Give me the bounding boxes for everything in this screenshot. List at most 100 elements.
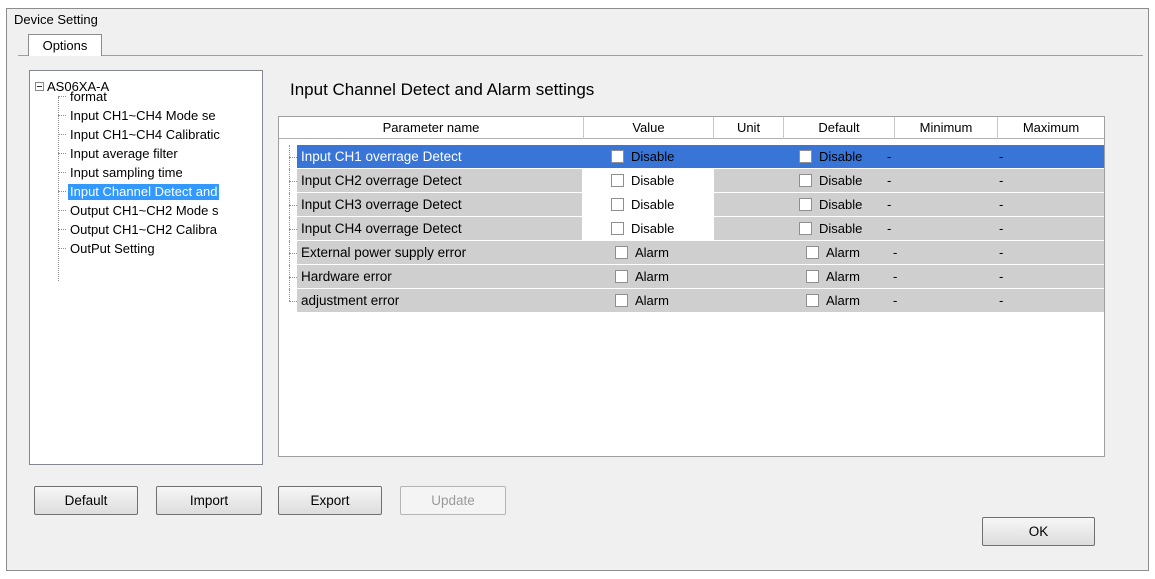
default-cell: Alarm: [806, 265, 860, 289]
tab-bar-divider: [18, 55, 1143, 56]
value-text: Alarm: [635, 245, 669, 260]
value-cell[interactable]: Disable: [611, 169, 674, 193]
value-checkbox[interactable]: [611, 222, 624, 235]
parameter-name: External power supply error: [297, 241, 582, 265]
column-header-default[interactable]: Default: [784, 117, 895, 139]
tree-item-output-calibration[interactable]: Output CH1~CH2 Calibra: [58, 221, 219, 238]
ok-button[interactable]: OK: [982, 517, 1095, 546]
minimum-cell: -: [887, 149, 892, 164]
row-connector: [283, 241, 297, 265]
default-text: Disable: [819, 149, 863, 164]
default-text: Disable: [819, 173, 863, 188]
value-checkbox[interactable]: [611, 174, 624, 187]
value-cell[interactable]: Disable: [611, 145, 674, 169]
default-cell: Alarm: [806, 289, 860, 313]
value-checkbox: [615, 246, 628, 259]
default-text: Disable: [819, 221, 863, 236]
value-checkbox[interactable]: [611, 150, 624, 163]
settings-tree[interactable]: AS06XA-A format Input CH1~CH4 Mode se In…: [29, 70, 263, 465]
minimum-cell: -: [887, 197, 892, 212]
default-checkbox: [806, 270, 819, 283]
maximum-cell: -: [999, 293, 1004, 308]
row-connector: [283, 217, 297, 241]
value-checkbox: [615, 270, 628, 283]
default-checkbox: [799, 198, 812, 211]
parameter-name: Input CH4 overrage Detect: [297, 217, 582, 241]
value-checkbox[interactable]: [611, 198, 624, 211]
tree-item-input-sampling-time[interactable]: Input sampling time: [58, 164, 185, 181]
default-checkbox: [799, 174, 812, 187]
maximum-cell: -: [999, 245, 1004, 260]
column-header-minimum[interactable]: Minimum: [895, 117, 998, 139]
maximum-cell: -: [999, 197, 1004, 212]
minimum-cell: -: [887, 173, 892, 188]
default-text: Alarm: [826, 245, 860, 260]
row-connector: [283, 145, 297, 169]
parameter-name: Input CH1 overrage Detect: [297, 145, 582, 169]
row-connector: [283, 289, 297, 313]
value-text: Alarm: [635, 269, 669, 284]
parameter-name: Input CH2 overrage Detect: [297, 169, 582, 193]
parameter-name: Input CH3 overrage Detect: [297, 193, 582, 217]
value-cell[interactable]: Disable: [611, 217, 674, 241]
window-title: Device Setting: [14, 12, 98, 27]
default-cell: Disable: [799, 217, 862, 241]
maximum-cell: -: [999, 149, 1004, 164]
table-row[interactable]: Input CH3 overrage Detect Disable Disabl…: [279, 193, 1104, 217]
default-text: Alarm: [826, 293, 860, 308]
table-row[interactable]: Hardware error Alarm Alarm - -: [279, 265, 1104, 289]
row-connector: [283, 193, 297, 217]
value-text: Disable: [631, 173, 675, 188]
value-cell: Alarm: [615, 241, 669, 265]
import-button[interactable]: Import: [156, 486, 262, 515]
update-button[interactable]: Update: [400, 486, 506, 515]
default-text: Alarm: [826, 269, 860, 284]
tree-item-output-mode[interactable]: Output CH1~CH2 Mode s: [58, 202, 220, 219]
column-header-maximum[interactable]: Maximum: [998, 117, 1104, 139]
tree-item-format[interactable]: format: [58, 88, 109, 105]
table-row[interactable]: Input CH1 overrage Detect Disable Disabl…: [279, 145, 1104, 169]
collapse-icon[interactable]: [35, 81, 44, 91]
value-text: Alarm: [635, 293, 669, 308]
parameter-grid: Parameter name Value Unit Default Minimu…: [278, 116, 1105, 457]
value-cell: Alarm: [615, 265, 669, 289]
table-row[interactable]: External power supply error Alarm Alarm …: [279, 241, 1104, 265]
minimum-cell: -: [893, 245, 898, 260]
row-connector: [283, 169, 297, 193]
maximum-cell: -: [999, 173, 1004, 188]
default-cell: Disable: [799, 193, 862, 217]
default-cell: Disable: [799, 169, 862, 193]
tree-item-input-channel-detect[interactable]: Input Channel Detect and: [58, 183, 220, 200]
parameter-name: adjustment error: [297, 289, 582, 313]
column-header-value[interactable]: Value: [584, 117, 714, 139]
tab-options[interactable]: Options: [28, 34, 102, 56]
value-text: Disable: [631, 149, 675, 164]
value-text: Disable: [631, 221, 675, 236]
default-cell: Alarm: [806, 241, 860, 265]
row-connector: [283, 265, 297, 289]
export-button[interactable]: Export: [278, 486, 382, 515]
table-row[interactable]: Input CH2 overrage Detect Disable Disabl…: [279, 169, 1104, 193]
default-checkbox: [806, 246, 819, 259]
tree-item-input-mode[interactable]: Input CH1~CH4 Mode se: [58, 107, 218, 124]
minimum-cell: -: [887, 221, 892, 236]
tree-item-output-setting[interactable]: OutPut Setting: [58, 240, 157, 257]
column-header-unit[interactable]: Unit: [714, 117, 784, 139]
tree-item-input-calibration[interactable]: Input CH1~CH4 Calibratic: [58, 126, 222, 143]
default-checkbox: [799, 150, 812, 163]
default-cell: Disable: [799, 145, 862, 169]
default-checkbox: [799, 222, 812, 235]
parameter-name: Hardware error: [297, 265, 582, 289]
default-checkbox: [806, 294, 819, 307]
table-row[interactable]: adjustment error Alarm Alarm - -: [279, 289, 1104, 313]
value-text: Disable: [631, 197, 675, 212]
default-button[interactable]: Default: [34, 486, 138, 515]
column-header-parameter-name[interactable]: Parameter name: [279, 117, 584, 139]
value-cell: Alarm: [615, 289, 669, 313]
value-cell[interactable]: Disable: [611, 193, 674, 217]
grid-header: Parameter name Value Unit Default Minimu…: [279, 117, 1104, 139]
table-row[interactable]: Input CH4 overrage Detect Disable Disabl…: [279, 217, 1104, 241]
tree-item-input-average-filter[interactable]: Input average filter: [58, 145, 180, 162]
value-checkbox: [615, 294, 628, 307]
minimum-cell: -: [893, 269, 898, 284]
